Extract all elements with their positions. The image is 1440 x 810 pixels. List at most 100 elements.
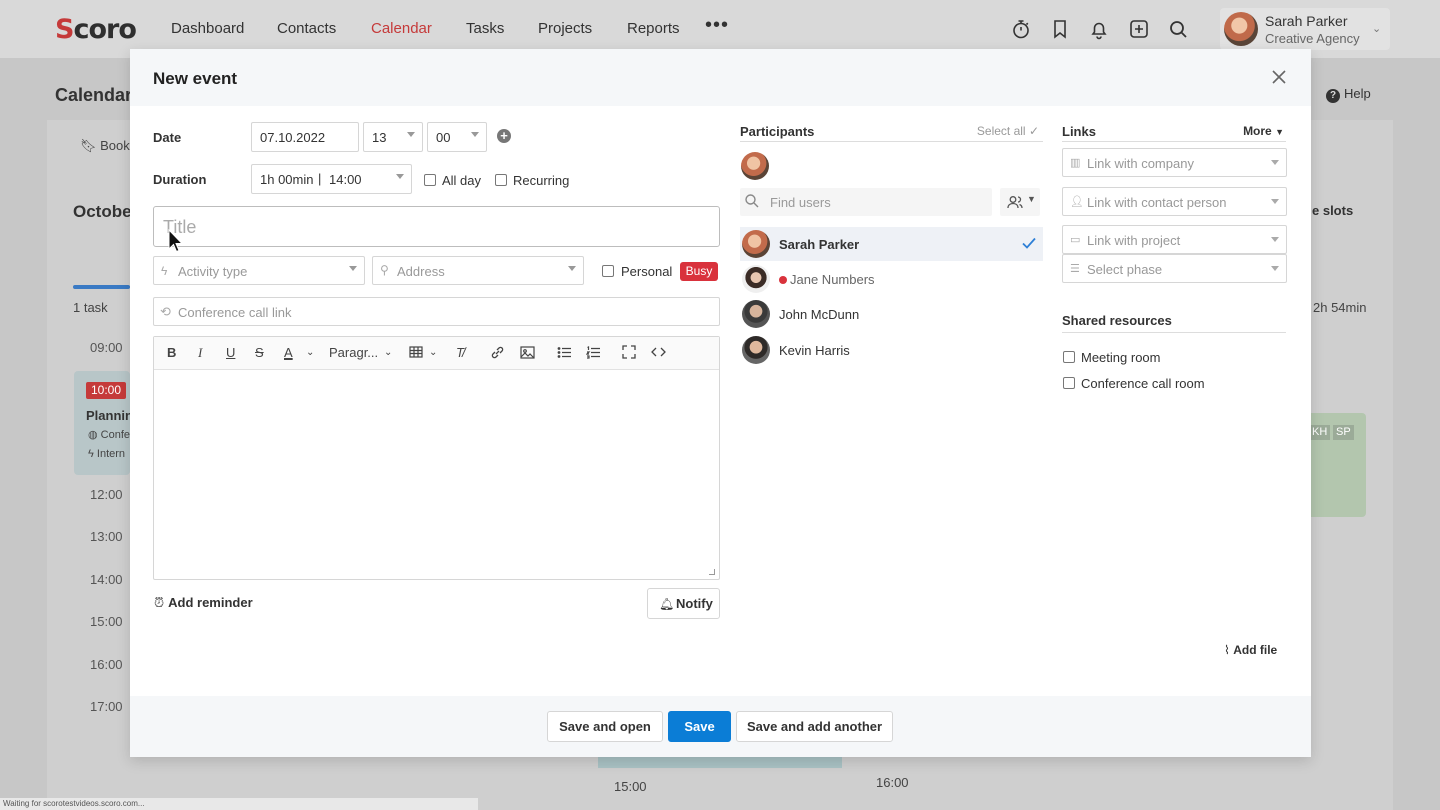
notify-button[interactable]: 🔔︎ Notify [647, 588, 720, 619]
title-input[interactable]: Title [153, 206, 720, 247]
plus-square-icon[interactable] [1128, 18, 1150, 40]
table-icon[interactable] [409, 345, 423, 361]
duration-label: Duration [153, 172, 207, 187]
avatar [742, 336, 770, 364]
participant-row[interactable]: Kevin Harris [740, 333, 1043, 367]
event-line: ◍ Confe [88, 429, 131, 441]
nav-dashboard[interactable]: Dashboard [171, 20, 244, 37]
paragraph-select[interactable]: Paragr... [329, 345, 378, 361]
nav-tasks[interactable]: Tasks [466, 20, 504, 37]
resize-handle[interactable] [709, 569, 715, 575]
time-label: 16:00 [90, 657, 123, 672]
link-icon[interactable] [490, 345, 505, 361]
participant-row[interactable]: Sarah Parker [740, 227, 1043, 261]
link-project-select[interactable]: ▭ Link with project [1062, 225, 1287, 254]
text-color-icon[interactable]: A [284, 345, 293, 361]
add-reminder-button[interactable]: ⏰︎ Add reminder [154, 595, 253, 611]
participant-name: Jane Numbers [779, 272, 875, 287]
selected-participant-avatar[interactable] [741, 152, 769, 180]
participant-row[interactable]: John McDunn [740, 297, 1043, 331]
image-icon[interactable] [520, 345, 535, 361]
free-slots-button[interactable]: e slots [1312, 203, 1353, 218]
caret-down-icon: ▼ [1275, 127, 1284, 137]
save-and-open-button[interactable]: Save and open [547, 711, 663, 742]
more-links-button[interactable]: More ▼ [1243, 124, 1284, 138]
meeting-room-checkbox[interactable] [1063, 351, 1075, 363]
hour-select[interactable]: 13 [363, 122, 423, 152]
select-all-button[interactable]: Select all ✓ [977, 124, 1039, 138]
date-input[interactable]: 07.10.2022 [251, 122, 359, 152]
bolt-icon: ϟ [88, 448, 97, 460]
save-and-add-another-button[interactable]: Save and add another [736, 711, 893, 742]
link-company-select[interactable]: ▥ Link with company [1062, 148, 1287, 177]
activity-type-select[interactable]: ϟ Activity type [153, 256, 365, 285]
checkmark-icon [1021, 235, 1037, 251]
chevron-down-icon[interactable]: ⌄ [306, 347, 314, 363]
busy-toggle[interactable]: Busy [680, 262, 718, 281]
avatar [742, 265, 770, 293]
conference-room-checkbox[interactable] [1063, 377, 1075, 389]
bell-icon[interactable] [1088, 18, 1110, 40]
underline-icon[interactable]: U [226, 345, 235, 361]
user-groups-button[interactable]: ▼ [1000, 188, 1040, 216]
personal-checkbox[interactable] [602, 265, 614, 277]
nav-contacts[interactable]: Contacts [277, 20, 336, 37]
add-time-icon[interactable]: + [497, 129, 511, 143]
participant-name: John McDunn [779, 307, 860, 322]
event-line: ϟ Intern [88, 448, 126, 460]
phase-icon: ☰ [1070, 263, 1080, 275]
personal-label: Personal [621, 264, 673, 279]
description-editor[interactable]: B I U S A ⌄ Paragr... ⌄ ⌄ T̸ [153, 336, 720, 580]
save-button[interactable]: Save [668, 711, 731, 742]
chevron-down-icon[interactable]: ⌄ [384, 347, 392, 363]
strikethrough-icon[interactable]: S [255, 345, 264, 361]
avatar [742, 230, 770, 258]
select-phase-select[interactable]: ☰ Select phase [1062, 254, 1287, 283]
fullscreen-icon[interactable] [622, 345, 636, 361]
time-label: 12:00 [90, 487, 123, 502]
nav-calendar[interactable]: Calendar [371, 20, 432, 37]
participant-row[interactable]: Jane Numbers [740, 262, 1043, 296]
link-contact-select[interactable]: 👤︎ Link with contact person [1062, 187, 1287, 216]
nav-reports[interactable]: Reports [627, 20, 680, 37]
bold-icon[interactable]: B [167, 345, 176, 361]
nav-more-button[interactable]: ••• [705, 14, 729, 37]
bookmark-icon[interactable] [1049, 18, 1071, 40]
numbered-list-icon[interactable] [585, 345, 601, 361]
close-icon[interactable] [1271, 69, 1287, 85]
bookmark-icon: 🔖︎ [80, 138, 101, 153]
search-icon [744, 193, 759, 211]
recurring-checkbox[interactable] [495, 174, 507, 186]
code-view-icon[interactable] [651, 345, 666, 361]
nav-projects[interactable]: Projects [538, 20, 592, 37]
location-pin-icon: ⚲ [380, 263, 389, 277]
add-file-button[interactable]: ⌇ Add file [1224, 643, 1277, 657]
user-menu[interactable]: Sarah Parker Creative Agency ⌄ [1220, 8, 1390, 50]
dialog-header: New event [130, 49, 1311, 106]
recurring-label: Recurring [513, 173, 570, 188]
address-select[interactable]: ⚲ Address [372, 256, 584, 285]
browser-status-bar: Waiting for scorotestvideos.scoro.com... [0, 798, 478, 810]
italic-icon[interactable]: I [198, 345, 202, 361]
bullet-list-icon[interactable] [557, 345, 572, 361]
time-label: 14:00 [90, 572, 123, 587]
links-header: Links More ▼ [1062, 124, 1286, 142]
conference-room-label: Conference call room [1081, 376, 1205, 391]
globe-icon: ◍ [88, 429, 101, 441]
duration-select[interactable]: 1h 00min | 14:00 [251, 164, 412, 194]
conference-link-input[interactable]: ⟲ Conference call link [153, 297, 720, 326]
time-label: 15:00 [90, 614, 123, 629]
task-count: 1 task [73, 300, 108, 315]
find-users-input[interactable]: Find users [740, 188, 992, 216]
search-icon[interactable] [1167, 18, 1189, 40]
help-link[interactable]: ? Help [1326, 86, 1371, 103]
scoro-logo[interactable]: Scoro [55, 14, 137, 45]
alarm-clock-icon: ⏰︎ [154, 595, 165, 610]
all-day-checkbox[interactable] [424, 174, 436, 186]
time-label: 09:00 [90, 340, 123, 355]
minute-select[interactable]: 00 [427, 122, 487, 152]
timer-icon[interactable] [1010, 18, 1032, 40]
clear-format-icon[interactable]: T̸ [456, 345, 464, 361]
chevron-down-icon[interactable]: ⌄ [429, 347, 437, 363]
building-icon: ▥ [1070, 157, 1081, 169]
